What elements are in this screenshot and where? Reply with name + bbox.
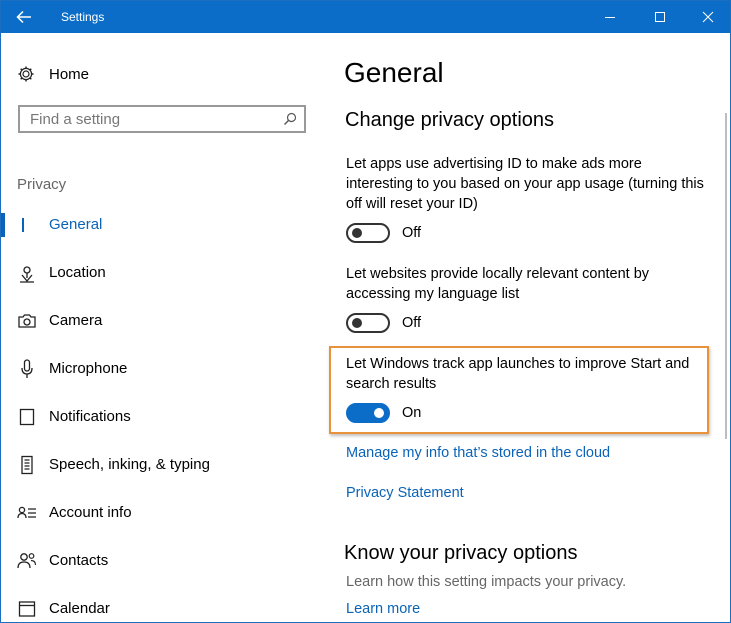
home-label: Home [49,65,90,83]
track-launches-toggle[interactable] [346,403,390,423]
active-indicator [1,213,5,237]
sidebar-item-label: General [49,216,103,233]
camera-icon [17,311,37,331]
track-launches-state: On [402,405,422,421]
contacts-icon [17,551,37,571]
section-title: Change privacy options [345,109,555,131]
sidebar-item-label: Camera [49,312,103,329]
toggle-knob [374,408,384,418]
minimize-button[interactable] [587,1,633,33]
minimize-icon [605,17,615,18]
general-icon [17,215,37,235]
toggle-knob [352,318,362,328]
sidebar-item-microphone[interactable]: Microphone [1,357,323,381]
sidebar-item-account-info[interactable]: Account info [1,501,323,525]
close-button[interactable] [685,1,730,33]
sidebar-item-calendar[interactable]: Calendar [1,597,323,621]
account-info-icon [17,503,37,523]
sidebar-item-camera[interactable]: Camera [1,309,323,333]
know-privacy-description: Learn how this setting impacts your priv… [346,574,627,590]
location-icon [17,263,37,283]
sidebar-item-general[interactable]: General [1,213,323,237]
sidebar-item-label: Contacts [49,552,109,569]
notifications-icon [17,407,37,427]
language-list-state: Off [402,315,422,331]
calendar-icon [17,599,37,619]
home-nav[interactable]: Home [17,62,89,86]
back-arrow-icon [16,10,31,24]
manage-cloud-info-link[interactable]: Manage my info that’s stored in the clou… [346,445,610,461]
sidebar-item-location[interactable]: Location [1,261,323,285]
title-bar: Settings [1,1,730,33]
scrollbar[interactable] [725,113,727,439]
privacy-statement-link[interactable]: Privacy Statement [346,485,464,501]
advertising-id-toggle[interactable] [346,223,390,243]
page-title: General [344,57,444,88]
toggle-knob [352,228,362,238]
sidebar-item-label: Speech, inking, & typing [49,456,210,473]
sidebar-item-notifications[interactable]: Notifications [1,405,323,429]
maximize-button[interactable] [637,1,683,33]
main-content: General Change privacy options Let apps … [323,33,730,622]
maximize-icon [655,12,665,22]
sidebar-item-label: Notifications [49,408,131,425]
track-launches-description: Let Windows track app launches to improv… [346,356,690,392]
advertising-id-state: Off [402,225,422,241]
language-list-description: Let websites provide locally relevant co… [346,266,650,302]
language-list-toggle[interactable] [346,313,390,333]
know-privacy-title: Know your privacy options [344,542,578,564]
sidebar-item-contacts[interactable]: Contacts [1,549,323,573]
search-icon [283,112,297,131]
sidebar-item-label: Account info [49,504,132,521]
sidebar-item-label: Location [49,264,106,281]
back-button[interactable] [1,1,47,33]
settings-window: Settings Home Find a setting Privacy Gen… [0,0,731,623]
sidebar-item-label: Calendar [49,600,110,617]
search-placeholder: Find a setting [30,111,121,128]
sidebar: Home Find a setting Privacy General Loca… [1,33,323,622]
sidebar-item-speech[interactable]: Speech, inking, & typing [1,453,323,477]
microphone-icon [17,359,37,379]
advertising-id-description: Let apps use advertising ID to make ads … [346,156,704,212]
privacy-section-label: Privacy [17,176,67,193]
close-icon [702,11,714,23]
learn-more-link[interactable]: Learn more [346,601,420,617]
window-title: Settings [61,10,105,24]
gear-icon [18,66,34,82]
speech-icon [17,455,37,475]
sidebar-item-label: Microphone [49,360,128,377]
search-box[interactable]: Find a setting [18,105,306,133]
